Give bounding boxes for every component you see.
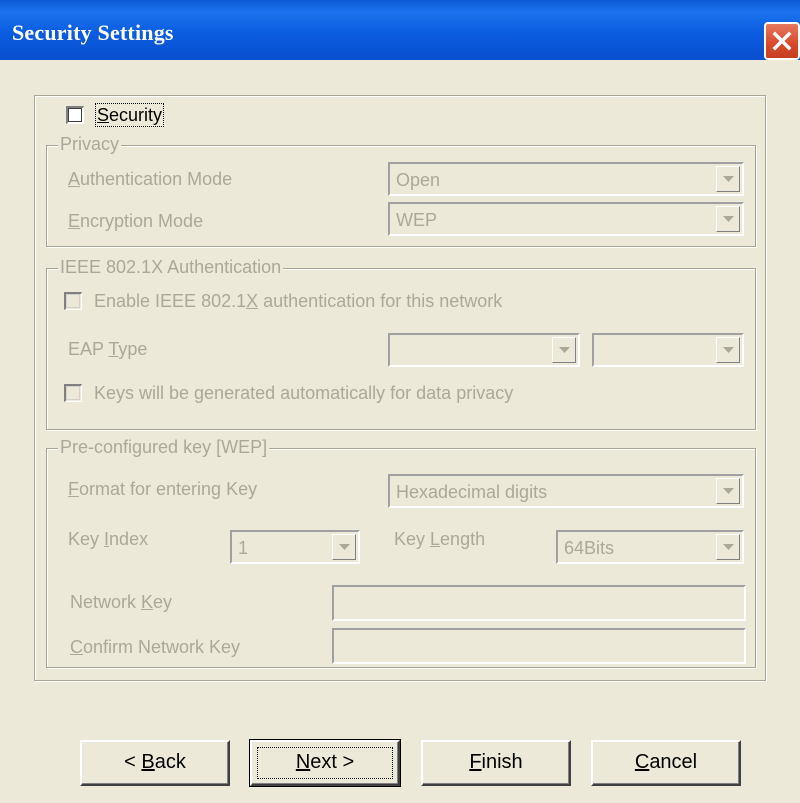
chevron-down-icon [723,216,734,222]
dropdown-button[interactable] [332,534,356,560]
encryption-mode-value: WEP [396,210,438,230]
close-icon [772,31,792,51]
enable-8021x-label[interactable]: Enable IEEE 802.1X authentication for th… [94,290,502,312]
chevron-down-icon [339,544,350,550]
authentication-mode-select[interactable]: Open [388,162,744,196]
ieee-8021x-legend: IEEE 802.1X Authentication [58,257,284,277]
key-index-label: Key Index [68,529,149,549]
chevron-down-icon [723,544,734,550]
chevron-down-icon [559,347,570,353]
eap-type-label: EAP Type [68,339,148,359]
key-length-label: Key Length [394,529,486,549]
eap-type-select[interactable] [388,333,580,367]
eap-subtype-select[interactable] [592,333,744,367]
encryption-mode-select[interactable]: WEP [388,202,744,236]
key-format-value: Hexadecimal digits [396,482,548,502]
chevron-down-icon [723,488,734,494]
dropdown-button[interactable] [716,534,740,560]
window-title: Security Settings [12,20,174,45]
authentication-mode-value: Open [396,170,441,190]
key-length-value: 64Bits [564,538,615,558]
security-settings-dialog: Security Settings Security Privacy Authe… [0,0,800,803]
wep-key-legend: Pre-configured key [WEP] [58,437,270,457]
cancel-button[interactable]: Cancel [591,740,741,786]
key-index-value: 1 [238,538,249,558]
key-index-select[interactable]: 1 [230,530,360,564]
key-length-select[interactable]: 64Bits [556,530,744,564]
dropdown-button[interactable] [716,206,740,232]
dropdown-button[interactable] [716,166,740,192]
chevron-down-icon [723,176,734,182]
dropdown-button[interactable] [716,337,740,363]
dropdown-button[interactable] [552,337,576,363]
confirm-network-key-label: Confirm Network Key [70,637,241,657]
close-button[interactable] [764,22,800,60]
enable-8021x-checkbox[interactable] [64,292,82,310]
title-bar[interactable]: Security Settings [0,0,800,60]
chevron-down-icon [723,347,734,353]
security-label[interactable]: Security [94,103,165,127]
key-format-label: Format for entering Key [68,479,258,499]
back-button[interactable]: < Back [80,740,230,786]
privacy-legend: Privacy [58,134,122,154]
security-checkbox[interactable] [66,106,84,124]
encryption-mode-label: Encryption Mode [68,211,204,231]
confirm-network-key-input[interactable] [332,628,746,664]
auto-keys-checkbox[interactable] [64,384,82,402]
auto-keys-label[interactable]: Keys will be generated automatically for… [94,382,513,404]
next-button[interactable]: Next > [249,739,401,787]
finish-button[interactable]: Finish [421,740,571,786]
authentication-mode-label: Authentication Mode [68,169,233,189]
network-key-input[interactable] [332,585,746,621]
dropdown-button[interactable] [716,478,740,504]
focus-rect [257,747,393,779]
key-format-select[interactable]: Hexadecimal digits [388,474,744,508]
network-key-label: Network Key [70,592,173,612]
